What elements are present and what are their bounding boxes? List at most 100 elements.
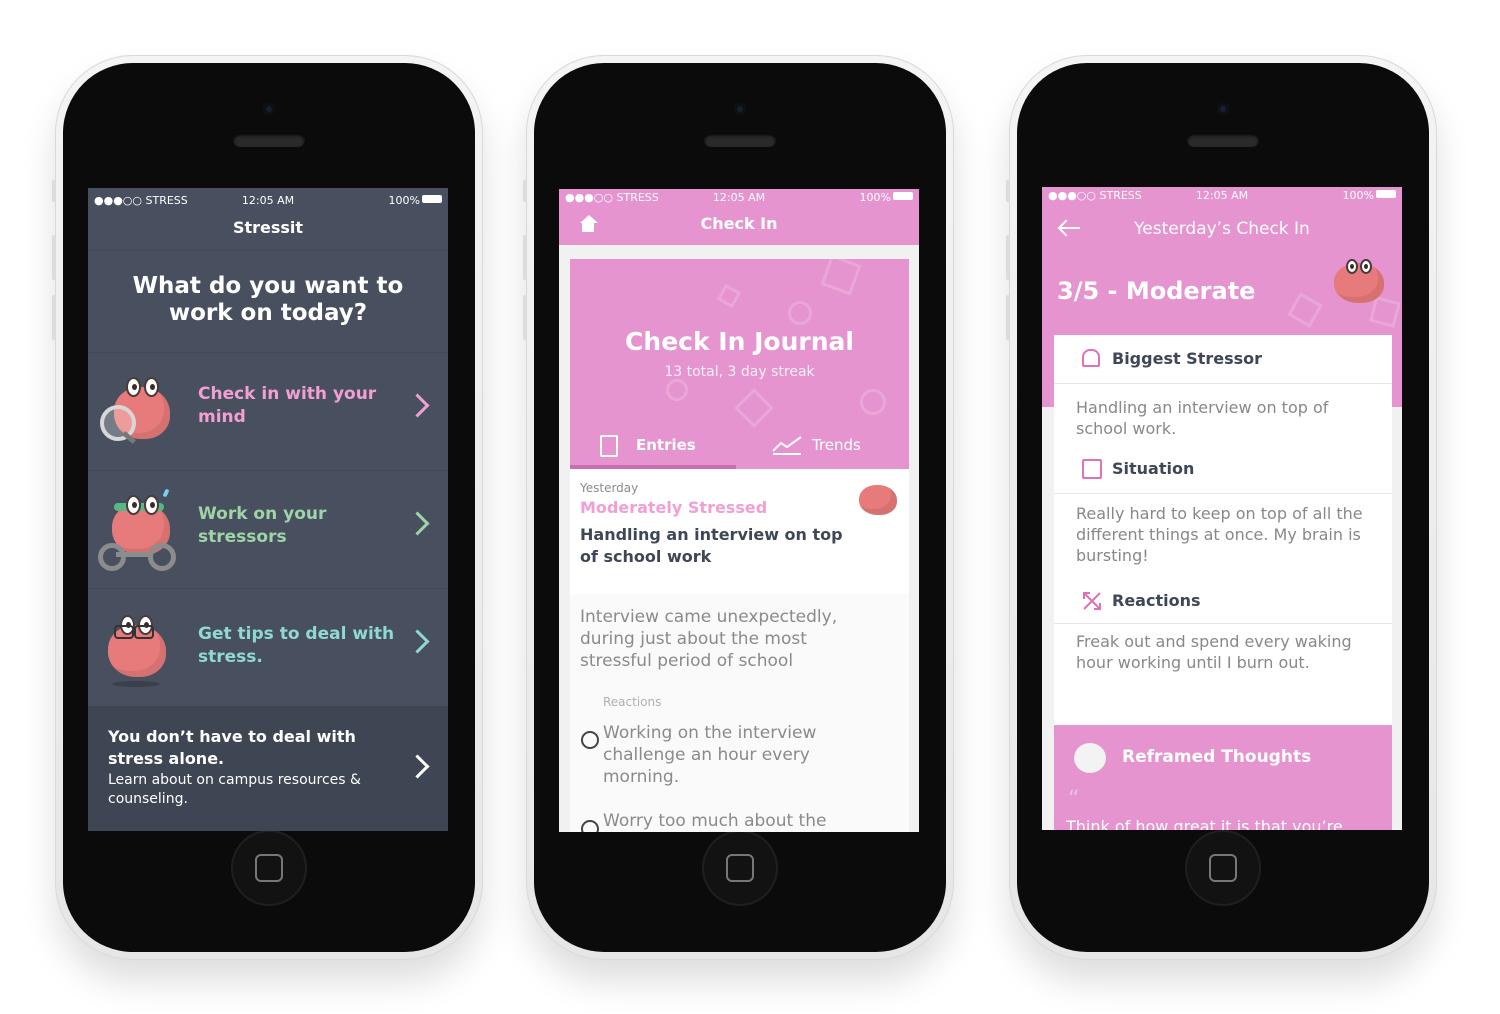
header-divider <box>88 250 448 251</box>
divider <box>1054 383 1392 384</box>
phone-bezel: ●●●○○ STRESS 12:05 AM 100% Stressit What… <box>63 63 475 952</box>
decor-spiral <box>788 301 812 325</box>
hero-title: Check In Journal <box>625 327 854 356</box>
menu-item-tips[interactable]: Get tips to deal with stress. <box>88 588 448 707</box>
menu-item-label: Get tips to deal with stress. <box>198 624 395 667</box>
decor-square <box>716 283 742 309</box>
front-camera <box>734 103 746 115</box>
home-square-icon <box>255 854 283 882</box>
menu-item-label: Check in with your mind <box>198 384 377 427</box>
volume-down-button <box>52 295 56 340</box>
chevron-right-icon <box>405 629 430 654</box>
section-heading: Reactions <box>1112 591 1201 610</box>
page-question: What do you want to work on today? <box>132 273 404 326</box>
battery-percent: 100% <box>388 194 420 207</box>
volume-up-button <box>523 235 527 280</box>
status-bar: ●●●○○ STRESS 12:05 AM 100% <box>1042 187 1402 209</box>
smiley-icon <box>581 731 599 749</box>
expand-arrows-icon <box>1083 592 1101 610</box>
volume-down-button <box>1006 295 1010 340</box>
chevron-right-icon <box>405 393 430 418</box>
reaction-text: Worry too much about the <box>603 811 827 831</box>
section-text: Freak out and spend every waking hour wo… <box>1076 632 1352 672</box>
tab-label: Trends <box>812 436 861 454</box>
decor-triangle <box>734 388 774 428</box>
section-text: Really hard to keep on top of all the di… <box>1076 504 1363 565</box>
home-button[interactable] <box>1185 830 1261 906</box>
stress-rating: 3/5 - Moderate <box>1057 277 1256 305</box>
entry-headline: Handling an interview on top of school w… <box>580 525 843 566</box>
battery-icon <box>893 192 913 200</box>
app-title: Stressit <box>232 218 304 237</box>
section-heading: Biggest Stressor <box>1112 349 1263 368</box>
check-in-detail-screen: ●●●○○ STRESS 12:05 AM 100% Yesterday’s C… <box>1042 187 1402 830</box>
front-camera <box>263 103 275 115</box>
decor-circle <box>666 379 688 401</box>
trend-line-icon <box>772 436 802 455</box>
nav-title: Check In <box>700 214 778 233</box>
status-bar: ●●●○○ STRESS 12:05 AM 100% <box>559 189 919 211</box>
battery-icon <box>422 195 442 203</box>
divider <box>1054 493 1392 494</box>
quote-mark: “ <box>1068 787 1080 812</box>
chevron-right-icon <box>405 754 430 779</box>
battery-icon <box>1376 190 1396 198</box>
volume-up-button <box>52 235 56 280</box>
volume-down-button <box>523 295 527 340</box>
brain-avatar-icon <box>1334 257 1386 307</box>
hero-subtitle: 13 total, 3 day streak <box>664 364 815 380</box>
decor-triangle <box>820 259 862 296</box>
entry-date: Yesterday <box>580 481 639 495</box>
home-square-icon <box>1209 854 1237 882</box>
reframed-thoughts-section: Reframed Thoughts “ Think of how great i… <box>1054 725 1392 830</box>
home-button[interactable] <box>702 830 778 906</box>
brain-avatar-icon <box>859 477 899 517</box>
menu-item-stressors[interactable]: Work on your stressors <box>88 470 448 589</box>
battery-percent: 100% <box>1342 189 1374 202</box>
mute-switch <box>523 180 527 202</box>
entry-level: Moderately Stressed <box>580 498 768 517</box>
stressit-home-screen: ●●●○○ STRESS 12:05 AM 100% Stressit What… <box>88 188 448 831</box>
reaction-text: Working on the interview challenge an ho… <box>603 723 817 787</box>
support-banner[interactable]: You don’t have to deal with stress alone… <box>88 706 448 831</box>
phone-middle: ●●●○○ STRESS 12:05 AM 100% Check In Chec… <box>523 55 954 960</box>
earpiece-speaker <box>704 133 776 147</box>
home-square-icon <box>726 854 754 882</box>
battery-percent: 100% <box>859 191 891 204</box>
divider <box>1054 623 1392 624</box>
status-bar: ●●●○○ STRESS 12:05 AM 100% <box>88 188 448 210</box>
phone-right: ●●●○○ STRESS 12:05 AM 100% Yesterday’s C… <box>1006 55 1437 960</box>
support-title: You don’t have to deal with stress alone… <box>108 727 356 768</box>
section-heading: Situation <box>1112 459 1195 478</box>
journal-hero: Check In Journal 13 total, 3 day streak … <box>570 259 909 469</box>
tab-trends[interactable]: Trends <box>772 435 892 459</box>
decor-circle <box>860 389 886 415</box>
earpiece-speaker <box>1187 133 1259 147</box>
entry-card[interactable]: Yesterday Moderately Stressed Handling a… <box>570 469 909 594</box>
tab-entries[interactable]: Entries <box>600 435 720 459</box>
menu-item-label: Work on your stressors <box>198 504 327 547</box>
brain-workout-icon <box>98 488 183 574</box>
reactions-label: Reactions <box>603 695 662 709</box>
mute-switch <box>52 180 56 202</box>
image-icon <box>1082 459 1102 479</box>
tab-label: Entries <box>636 436 696 454</box>
phone-bezel: ●●●○○ STRESS 12:05 AM 100% Check In Chec… <box>534 63 946 952</box>
home-button[interactable] <box>231 830 307 906</box>
brain-magnifier-icon <box>100 375 180 455</box>
volume-up-button <box>1006 235 1010 280</box>
reframed-heading: Reframed Thoughts <box>1122 747 1312 767</box>
entry-situation: Interview came unexpectedly, during just… <box>580 607 838 671</box>
decor-triangle <box>1287 292 1323 328</box>
chevron-right-icon <box>405 511 430 536</box>
book-icon <box>600 435 618 457</box>
detail-card: Biggest Stressor Handling an interview o… <box>1054 335 1392 725</box>
phone-bezel: ●●●○○ STRESS 12:05 AM 100% Yesterday’s C… <box>1017 63 1429 952</box>
phone-left: ●●●○○ STRESS 12:05 AM 100% Stressit What… <box>52 55 483 960</box>
menu-item-check-in[interactable]: Check in with your mind <box>88 352 448 471</box>
brain-glasses-icon <box>102 611 182 691</box>
reframed-text: Think of how great it is that you’re <box>1066 817 1343 830</box>
smiley-icon <box>581 820 599 832</box>
mute-switch <box>1006 180 1010 202</box>
front-camera <box>1217 103 1229 115</box>
